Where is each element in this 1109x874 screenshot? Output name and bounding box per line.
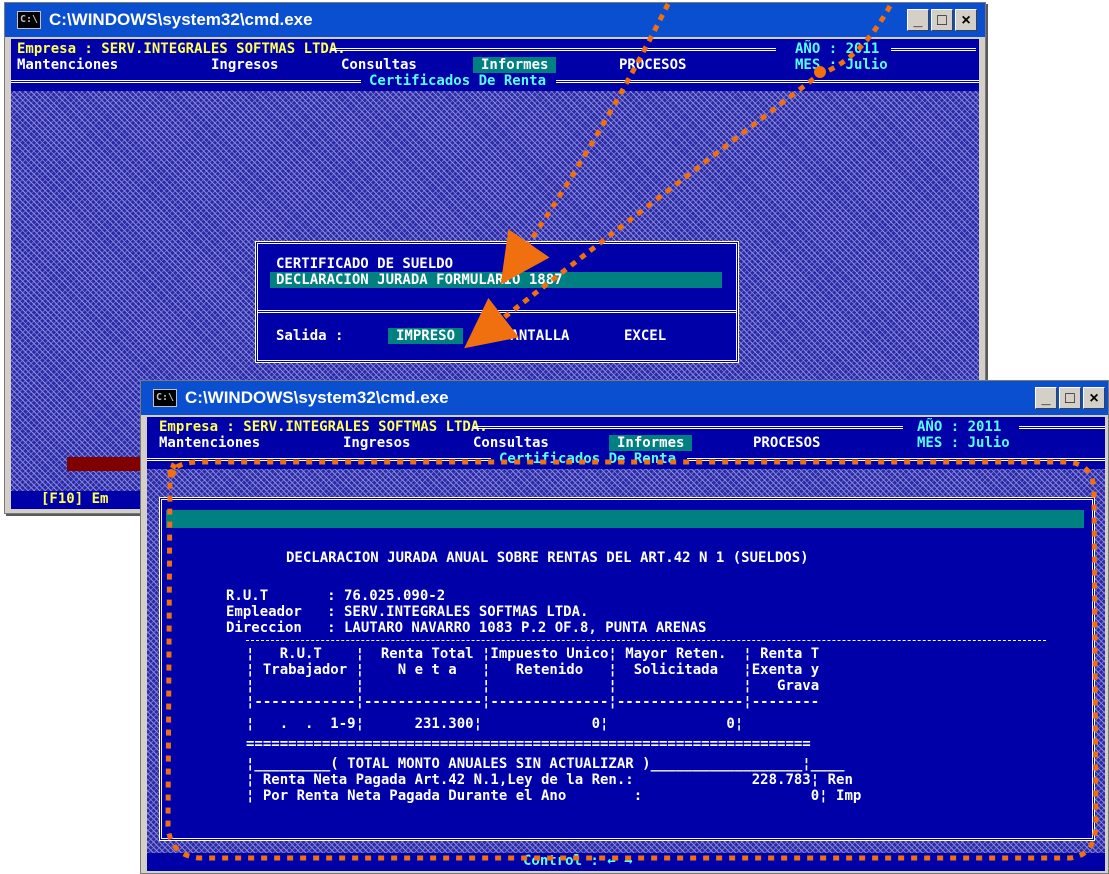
empresa-label: Empresa : SERV.INTEGRALES SOFTMAS LTDA. (159, 419, 488, 435)
option-declaracion[interactable]: DECLARACION JURADA FORMULARIO 1887 (270, 272, 722, 288)
equals-line: ========================================… (246, 736, 811, 752)
mes-label: MES : Julio (917, 435, 1010, 451)
table-top-rule (246, 640, 1046, 641)
section-title: Certificados De Renta (369, 73, 547, 89)
title-bar[interactable]: C:\ C:\WINDOWS\system32\cmd.exe _ □ × (141, 381, 1108, 415)
report-top-bar (166, 510, 1084, 528)
header-rule (473, 426, 903, 429)
menu-procesos[interactable]: PROCESOS (753, 435, 820, 451)
menu-informes[interactable]: Informes (473, 57, 557, 73)
window-title: C:\WINDOWS\system32\cmd.exe (185, 388, 449, 407)
title-rule-left (11, 80, 361, 83)
table-header-3: ¦ ¦ ¦ ¦ ¦ Grava (246, 678, 820, 694)
menu-ingresos[interactable]: Ingresos (211, 57, 278, 73)
report-panel: DECLARACION JURADA ANUAL SOBRE RENTAS DE… (159, 497, 1095, 841)
ano-label: AÑO : 2011 (917, 419, 1002, 435)
empleador-field: Empleador : SERV.INTEGRALES SOFTMAS LTDA… (226, 604, 589, 620)
title-rule-right (556, 80, 979, 83)
menu-mantenciones[interactable]: Mantenciones (17, 57, 118, 73)
ano-label: AÑO : 2011 (795, 41, 880, 57)
salida-pantalla[interactable]: PANTALLA (502, 328, 569, 344)
report-title: DECLARACION JURADA ANUAL SOBRE RENTAS DE… (286, 550, 809, 566)
direccion-field: Direccion : LAUTARO NAVARRO 1083 P.2 OF.… (226, 620, 707, 636)
empresa-label: Empresa : SERV.INTEGRALES SOFTMAS LTDA. (17, 41, 346, 57)
header-rule-right (891, 48, 976, 51)
rut-field: R.U.T : 76.025.090-2 (226, 588, 446, 604)
salida-impreso[interactable]: IMPRESO (388, 328, 464, 344)
menu-mantenciones[interactable]: Mantenciones (159, 435, 260, 451)
cmd-icon: C:\ (153, 389, 177, 407)
total-line: ¦_________( TOTAL MONTO ANUALES SIN ACTU… (246, 756, 845, 772)
por-renta-line: ¦ Por Renta Neta Pagada Durante el Ano :… (246, 788, 862, 804)
minimize-button[interactable]: _ (907, 9, 929, 31)
menu-ingresos[interactable]: Ingresos (343, 435, 410, 451)
menu-consultas[interactable]: Consultas (473, 435, 549, 451)
cmd-window-front: C:\ C:\WINDOWS\system32\cmd.exe _ □ × Em… (140, 380, 1109, 874)
menu-informes[interactable]: Informes (609, 435, 693, 451)
control-hint: Control : ← → (523, 853, 633, 869)
renta-neta-line: ¦ Renta Neta Pagada Art.42 N.1,Ley de la… (246, 772, 853, 788)
status-bar: [F10] Em (41, 491, 109, 507)
report-selector-dialog: CERTIFICADO DE SUELDO DECLARACION JURADA… (255, 241, 739, 363)
cmd-icon: C:\ (17, 11, 41, 29)
maximize-button[interactable]: □ (1059, 387, 1081, 409)
close-button[interactable]: × (955, 9, 977, 31)
title-bar[interactable]: C:\ C:\WINDOWS\system32\cmd.exe _ □ × (5, 3, 985, 37)
table-separator: ¦------------¦--------------¦-----------… (246, 694, 820, 710)
salida-excel[interactable]: EXCEL (624, 328, 666, 344)
table-header-1: ¦ R.U.T ¦ Renta Total ¦Impuesto Unico¦ M… (246, 646, 820, 662)
table-header-2: ¦ Trabajador ¦ N e t a ¦ Retenido ¦ Soli… (246, 662, 820, 678)
title-rule-right (687, 458, 1105, 461)
console-area: Empresa : SERV.INTEGRALES SOFTMAS LTDA. … (147, 417, 1105, 871)
dialog-divider (258, 310, 736, 313)
menu-procesos[interactable]: PROCESOS (619, 57, 686, 73)
close-button[interactable]: × (1083, 387, 1105, 409)
menu-consultas[interactable]: Consultas (341, 57, 417, 73)
title-rule-left (147, 458, 491, 461)
header-rule-right (1019, 426, 1105, 429)
minimize-button[interactable]: _ (1035, 387, 1057, 409)
maximize-button[interactable]: □ (931, 9, 953, 31)
table-row: ¦ . . 1-9¦ 231.300¦ 0¦ 0¦ (246, 716, 744, 732)
header-rule (331, 48, 776, 51)
salida-label: Salida : (276, 328, 344, 344)
option-certificado[interactable]: CERTIFICADO DE SUELDO (276, 256, 453, 272)
window-title: C:\WINDOWS\system32\cmd.exe (49, 10, 313, 29)
mes-label: MES : Julio (795, 57, 888, 73)
section-title: Certificados De Renta (499, 451, 677, 467)
